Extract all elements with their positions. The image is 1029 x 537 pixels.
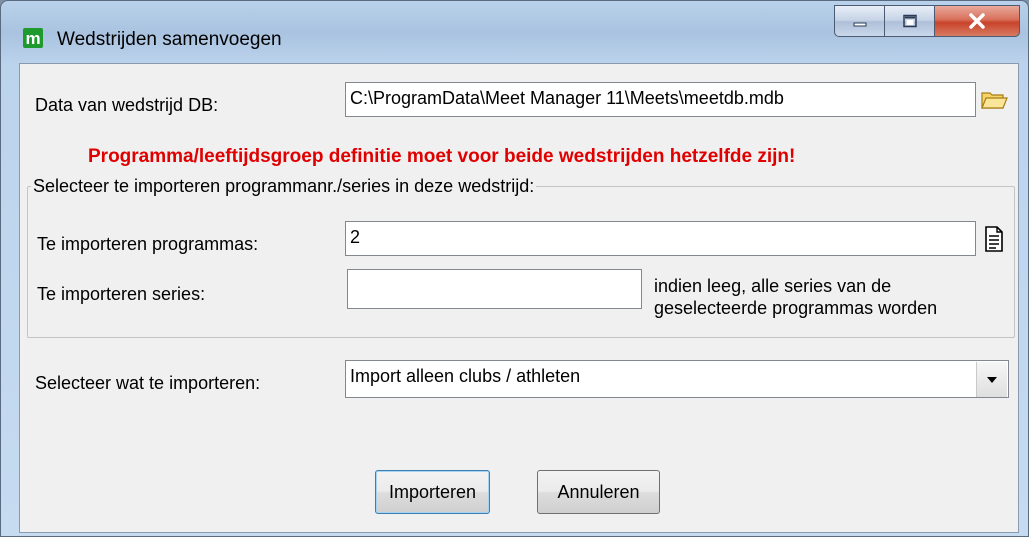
import-type-select[interactable]: Import alleen clubs / athleten	[345, 360, 1009, 398]
document-list-icon	[985, 226, 1003, 252]
series-input[interactable]	[347, 269, 642, 309]
programs-select-button[interactable]	[978, 222, 1010, 256]
close-button[interactable]	[934, 5, 1020, 37]
import-type-dropdown-button[interactable]	[976, 362, 1007, 397]
folder-open-icon	[981, 92, 1008, 109]
groupbox-legend: Selecteer te importeren programmanr./ser…	[31, 176, 537, 197]
app-icon: m	[23, 28, 43, 48]
db-path-input[interactable]: C:\ProgramData\Meet Manager 11\Meets\mee…	[345, 82, 976, 117]
import-type-value: Import alleen clubs / athleten	[350, 366, 581, 386]
series-label: Te importeren series:	[37, 284, 206, 304]
dialog-client-area: Data van wedstrijd DB: C:\ProgramData\Me…	[19, 63, 1019, 533]
import-button[interactable]: Importeren	[375, 470, 490, 514]
minimize-icon	[853, 22, 866, 27]
series-hint: indien leeg, alle series van de geselect…	[654, 275, 937, 319]
window-title: Wedstrijden samenvoegen	[57, 29, 282, 50]
browse-db-button[interactable]	[978, 83, 1010, 117]
cancel-button[interactable]: Annuleren	[537, 470, 660, 514]
maximize-icon	[902, 14, 917, 28]
series-hint-line1: indien leeg, alle series van de	[654, 276, 892, 296]
series-hint-line2: geselecteerde programmas worden	[654, 298, 938, 318]
caption-buttons	[834, 5, 1020, 41]
programs-input[interactable]: 2	[345, 221, 976, 256]
maximize-button[interactable]	[884, 5, 934, 37]
title-bar[interactable]: m Wedstrijden samenvoegen	[1, 1, 1028, 63]
chevron-down-icon	[987, 377, 997, 383]
dialog-window: m Wedstrijden samenvoegen Data van wedst…	[0, 0, 1029, 537]
db-label: Data van wedstrijd DB:	[35, 95, 219, 115]
close-icon	[969, 13, 985, 29]
programs-label: Te importeren programmas:	[37, 234, 259, 254]
minimize-button[interactable]	[834, 5, 884, 37]
warning-message: Programma/leeftijdsgroep definitie moet …	[88, 146, 796, 167]
import-type-label: Selecteer wat te importeren:	[35, 373, 261, 393]
